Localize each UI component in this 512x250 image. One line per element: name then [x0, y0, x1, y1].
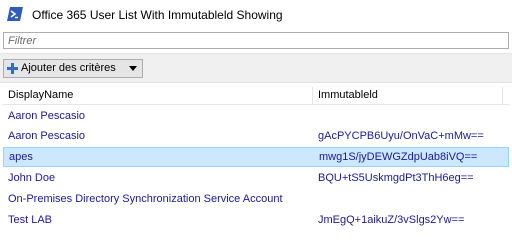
displayname-cell: John Doe	[8, 172, 56, 184]
displayname-cell: Aaron Pescasio	[8, 110, 86, 122]
table-row[interactable]: Aaron Pescasio	[3, 106, 509, 126]
displayname-cell: Aaron Pescasio	[8, 130, 86, 142]
title-bar: Office 365 User List With Immutableld Sh…	[0, 0, 512, 30]
table-row[interactable]: Test LAB JmEgQ+1aikuZ/3vSlgs2Yw==	[3, 210, 509, 230]
immutableid-cell: gAcPYCPB6Uyu/OnVaC+mMw==	[318, 130, 484, 142]
grid-header: DisplayName Immutableld	[3, 87, 509, 105]
immutableid-cell: BQU+tS5UskmgdPt3ThH6eg==	[318, 172, 474, 184]
immutableid-cell: mwg1S/jyDEWGZdpUab8iVQ==	[319, 151, 478, 163]
criteria-toolbar: Ajouter des critères	[0, 53, 512, 83]
table-row[interactable]: John Doe BQU+tS5UskmgdPt3ThH6eg==	[3, 168, 509, 188]
powershell-icon	[7, 7, 23, 21]
column-header-immutableid[interactable]: Immutableld	[313, 87, 503, 104]
displayname-cell: Test LAB	[8, 214, 53, 226]
displayname-cell: On-Premises Directory Synchronization Se…	[8, 193, 283, 205]
displayname-cell: apes	[9, 151, 33, 163]
immutableid-cell: JmEgQ+1aikuZ/3vSlgs2Yw==	[318, 214, 465, 226]
window-title: Office 365 User List With Immutableld Sh…	[32, 8, 283, 22]
add-criteria-button[interactable]: Ajouter des critères	[3, 59, 143, 78]
user-grid: DisplayName Immutableld Aaron Pescasio A…	[3, 87, 509, 250]
column-header-displayname[interactable]: DisplayName	[3, 87, 313, 104]
filter-input[interactable]	[4, 33, 508, 48]
add-criteria-label: Ajouter des critères	[21, 62, 116, 74]
table-row-selected[interactable]: apes mwg1S/jyDEWGZdpUab8iVQ==	[3, 147, 509, 167]
table-row[interactable]: On-Premises Directory Synchronization Se…	[3, 189, 509, 209]
table-row[interactable]: Aaron Pescasio gAcPYCPB6Uyu/OnVaC+mMw==	[3, 126, 509, 146]
plus-icon	[7, 63, 18, 74]
filter-box[interactable]	[3, 32, 509, 49]
chevron-down-icon	[129, 66, 137, 71]
